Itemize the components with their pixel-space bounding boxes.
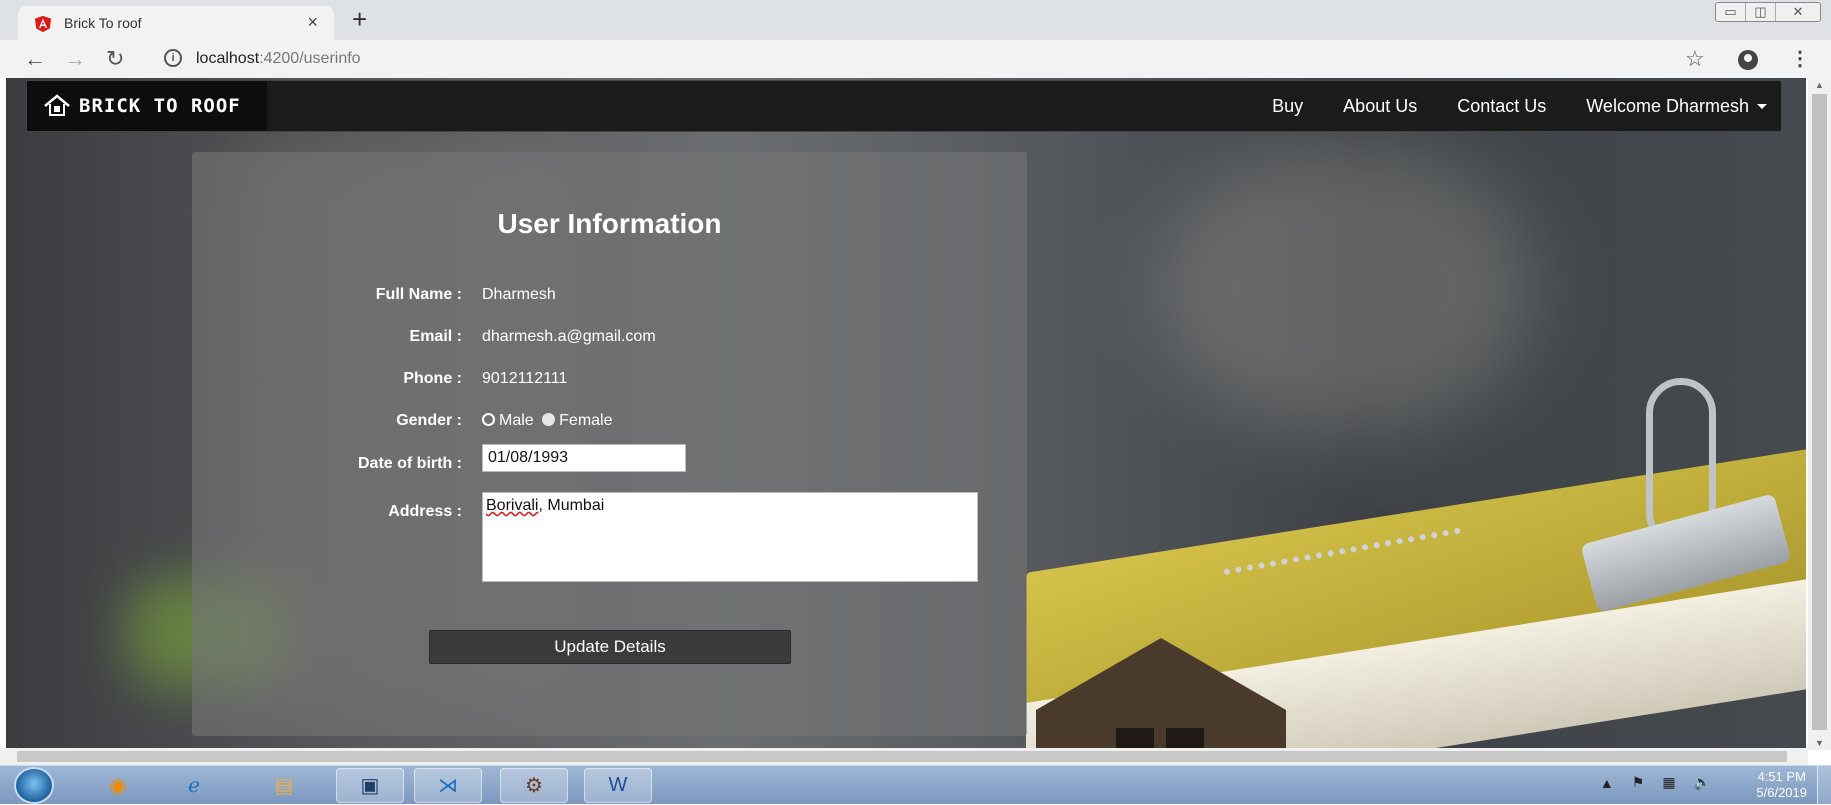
reload-icon[interactable]: ↻ xyxy=(106,46,124,72)
forward-arrow-icon[interactable]: → xyxy=(64,46,86,72)
bookmark-star-icon[interactable]: ☆ xyxy=(1685,46,1705,72)
nav-buy[interactable]: Buy xyxy=(1272,96,1303,117)
tab-close-icon[interactable]: × xyxy=(307,12,318,33)
vertical-scrollbar[interactable]: ▲ ▼ xyxy=(1808,78,1831,750)
scroll-up-icon[interactable]: ▲ xyxy=(1815,80,1824,90)
house-window xyxy=(1166,728,1204,748)
show-desktop-button[interactable] xyxy=(1817,766,1831,805)
action-center-flag-icon[interactable]: ⚑ xyxy=(1632,774,1645,791)
gender-radio-group: Male Female xyxy=(482,412,613,430)
scroll-down-icon[interactable]: ▼ xyxy=(1815,738,1824,748)
url-text: localhost:4200/userinfo xyxy=(196,50,361,68)
browser-toolbar: ← → ↻ i localhost:4200/userinfo ☆ ⋮ xyxy=(0,40,1831,78)
page-title: User Information xyxy=(497,208,722,239)
gender-female-label: Female xyxy=(559,412,613,429)
profile-icon[interactable] xyxy=(1738,50,1758,70)
tray-expand-icon[interactable]: ▲ xyxy=(1600,775,1614,791)
tab-title: Brick To roof xyxy=(64,15,142,31)
visual-studio-code-icon[interactable]: ⋊ xyxy=(414,768,482,803)
brand-logo[interactable]: BRICK TO ROOF xyxy=(27,81,267,131)
browser-tab[interactable]: Brick To roof × xyxy=(18,6,334,40)
background-blur xyxy=(1156,138,1536,438)
horizontal-scroll-thumb[interactable] xyxy=(17,751,1787,762)
nav-about-us[interactable]: About Us xyxy=(1343,96,1417,117)
gender-female-radio[interactable] xyxy=(542,413,556,426)
horizontal-scrollbar[interactable] xyxy=(0,748,1808,765)
media-player-icon[interactable]: ◉ xyxy=(84,768,152,803)
house-window xyxy=(1116,728,1154,748)
email-value: dharmesh.a@gmail.com xyxy=(482,328,656,345)
window-controls: ▭ ◫ ✕ xyxy=(1715,2,1821,22)
page-viewport: BRICK TO ROOF Buy About Us Contact Us We… xyxy=(6,78,1806,748)
clock-date: 5/6/2019 xyxy=(1756,785,1807,800)
eclipse-ide-icon[interactable]: ⚙ xyxy=(500,768,568,803)
internet-explorer-icon[interactable]: ℯ xyxy=(160,768,228,803)
brand-name: BRICK TO ROOF xyxy=(79,95,241,117)
windows-taskbar: ◉ ℯ ▤ ▣ ⋊ ⚙ W ▲ ⚑ ▦ 🔈 4:51 PM 5/6/2019 xyxy=(0,765,1831,805)
browser-menu-icon[interactable]: ⋮ xyxy=(1790,46,1810,71)
caret-down-icon xyxy=(1757,104,1767,110)
nav-contact-us[interactable]: Contact Us xyxy=(1457,96,1546,117)
vertical-scroll-thumb[interactable] xyxy=(1812,94,1827,730)
update-details-button[interactable]: Update Details xyxy=(429,630,791,664)
back-arrow-icon[interactable]: ← xyxy=(24,46,46,72)
phone-value: 9012112111 xyxy=(482,370,568,387)
site-navbar: BRICK TO ROOF Buy About Us Contact Us We… xyxy=(26,80,1782,132)
full-name-label: Full Name : xyxy=(375,286,462,303)
full-name-value: Dharmesh xyxy=(482,286,556,303)
network-icon[interactable]: ▦ xyxy=(1662,774,1675,791)
address-textarea[interactable]: Borivali, Mumbai xyxy=(482,492,978,582)
taskbar-clock[interactable]: 4:51 PM 5/6/2019 xyxy=(1756,769,1807,801)
nav-links: Buy About Us Contact Us Welcome Dharmesh xyxy=(1232,81,1767,131)
clock-time: 4:51 PM xyxy=(1757,769,1806,784)
address-bar[interactable]: i localhost:4200/userinfo xyxy=(150,44,1680,74)
gender-male-label: Male xyxy=(499,412,534,429)
url-path: :4200/userinfo xyxy=(259,50,361,67)
address-label: Address : xyxy=(388,503,462,520)
user-menu-dropdown[interactable]: Welcome Dharmesh xyxy=(1586,96,1767,117)
house-logo-icon xyxy=(44,94,70,116)
volume-icon[interactable]: 🔈 xyxy=(1694,774,1711,791)
word-icon[interactable]: W xyxy=(584,768,652,803)
dob-input[interactable]: 01/08/1993 xyxy=(482,444,686,472)
url-host: localhost xyxy=(196,50,260,67)
dob-label: Date of birth : xyxy=(358,455,462,472)
site-info-icon[interactable]: i xyxy=(164,49,182,67)
start-button[interactable] xyxy=(14,767,54,804)
user-info-card: User Information Full Name : Dharmesh Em… xyxy=(192,152,1027,736)
phone-label: Phone : xyxy=(403,370,462,387)
gender-label: Gender : xyxy=(396,412,462,429)
address-rest: , Mumbai xyxy=(538,497,605,514)
welcome-text: Welcome Dharmesh xyxy=(1586,95,1749,116)
browser-tab-bar: Brick To roof × + ▭ ◫ ✕ xyxy=(0,0,1831,40)
angular-icon xyxy=(34,15,52,33)
new-tab-button[interactable]: + xyxy=(352,4,367,35)
address-misspelled-word: Borivali xyxy=(486,497,539,514)
gender-male-radio[interactable] xyxy=(482,413,495,426)
maximize-icon[interactable]: ◫ xyxy=(1746,3,1776,21)
chrome-window-icon[interactable]: ▣ xyxy=(336,768,404,803)
email-label: Email : xyxy=(409,328,462,345)
file-explorer-icon[interactable]: ▤ xyxy=(250,768,318,803)
minimize-icon[interactable]: ▭ xyxy=(1716,3,1746,21)
system-tray: ▲ ⚑ ▦ 🔈 xyxy=(1600,774,1711,791)
close-window-icon[interactable]: ✕ xyxy=(1776,3,1820,21)
